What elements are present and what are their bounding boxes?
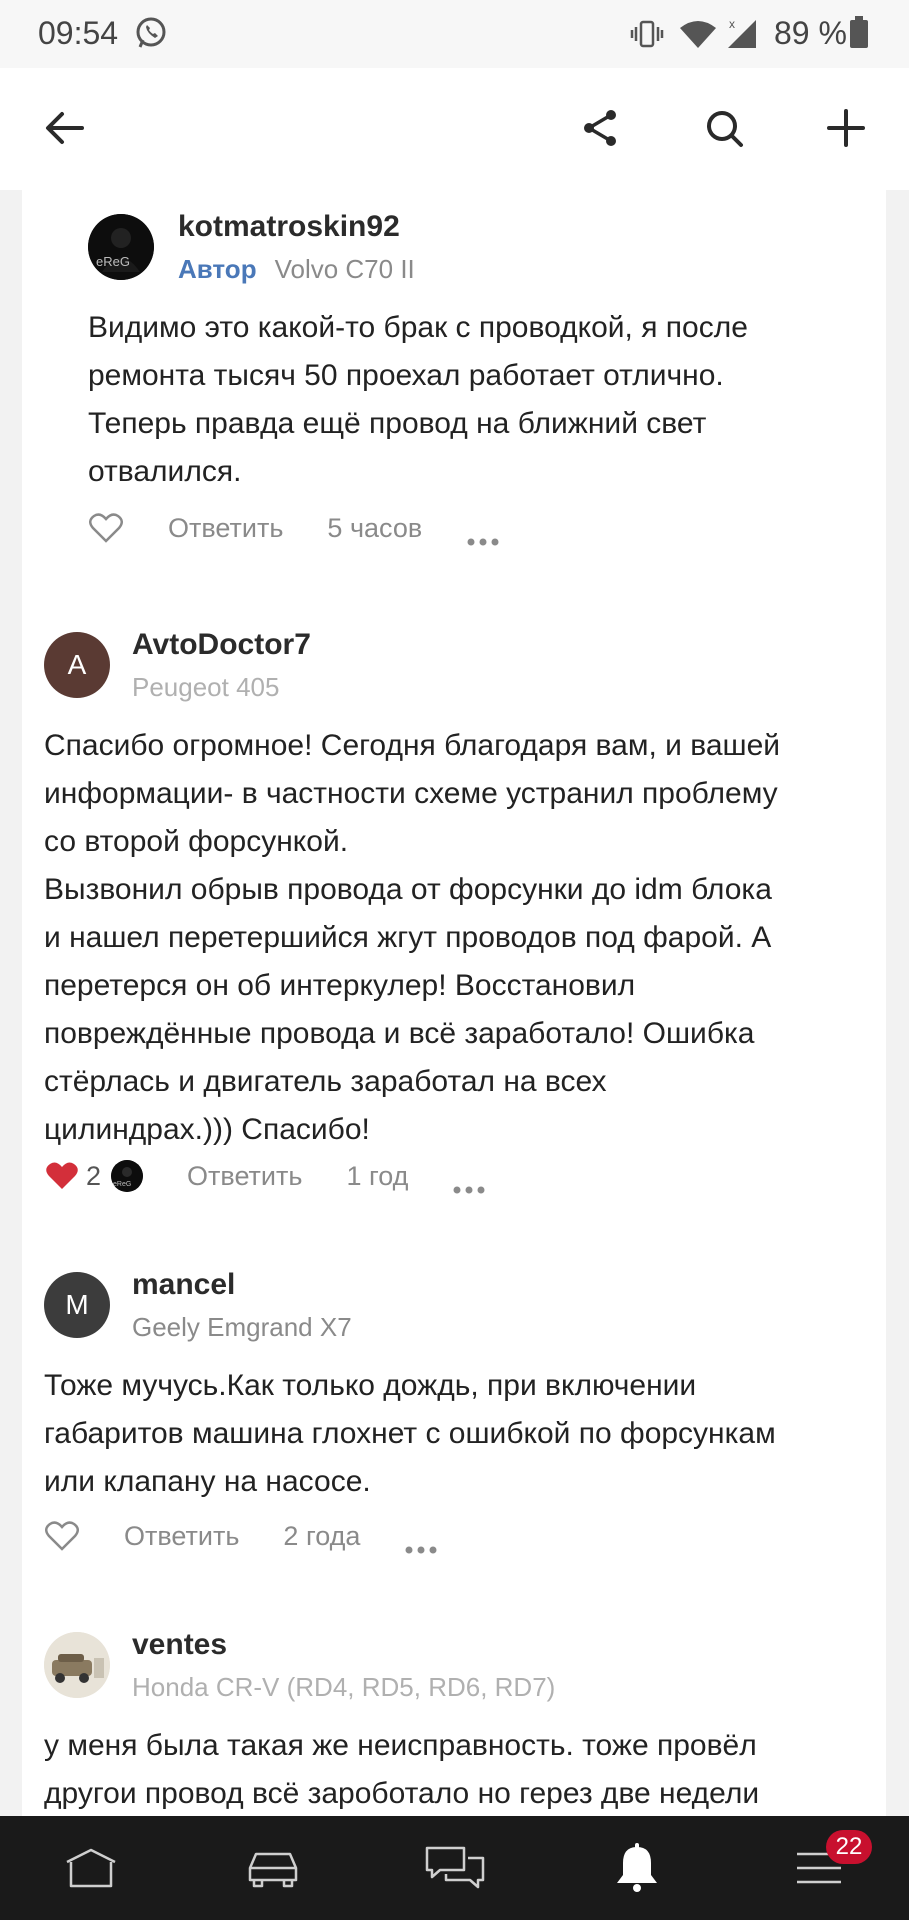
comment-text-line: Тоже мучусь.Как только дождь, при включе… [44,1369,697,1402]
wifi-icon [678,18,718,50]
comment-text-line: или клапану на насосе. [44,1465,371,1498]
comment-text-line: габаритов машина глохнет с ошибкой по фо… [44,1417,776,1450]
chat-icon[interactable] [424,1840,486,1896]
comment-text: Спасибо огромное! Сегодня благодаря вам,… [44,722,780,1154]
reply-button[interactable]: Ответить [168,513,283,544]
comment-item: eReG kotmatroskin92 Автор Volvo C70 II Ви… [22,190,886,546]
comment-text-line: Теперь правда ещё провод на ближний свет [88,407,707,440]
like-count[interactable]: 2 [86,1161,101,1192]
comment-text-line: стёрлась и двигатель заработал на всех [44,1065,607,1098]
comment-car[interactable]: Geely Emgrand X7 [132,1312,352,1343]
comment-item: A AvtoDoctor7 Peugeot 405 Спасибо огромн… [22,600,886,1210]
garage-car-icon[interactable] [242,1840,304,1896]
comment-username[interactable]: kotmatroskin92 [178,210,400,244]
bottom-navigation [0,1816,909,1920]
reply-button[interactable]: Ответить [124,1521,239,1552]
vibrate-icon [630,18,664,50]
comment-meta: Автор Volvo C70 II [178,254,415,285]
comment-text-line: ремонта тысяч 50 проехал работает отличн… [88,359,724,392]
comment-actions: Ответить 5 часов [88,508,500,548]
more-options-icon[interactable] [466,523,500,546]
battery-icon [850,16,868,48]
notification-count-badge: 22 [826,1830,872,1864]
more-options-icon[interactable] [404,1531,438,1554]
comment-item: M mancel Geely Emgrand X7 Тоже мучусь.Ка… [22,1250,886,1580]
comment-text: Видимо это какой-то брак с проводкой, я … [88,304,748,496]
notifications-bell-icon[interactable] [606,1840,668,1896]
comment-actions: 2 eReG Ответить 1 год [44,1156,486,1196]
avatar[interactable]: M [44,1272,110,1338]
battery-percent: 89 % [774,15,847,51]
comment-text-line: повреждённые провода и всё заработало! О… [44,1017,755,1050]
signal-icon: x [726,16,760,50]
comment-username[interactable]: ventes [132,1628,227,1662]
comment-time: 1 год [346,1160,409,1191]
more-options-icon[interactable] [452,1171,486,1194]
whatsapp-icon [134,16,168,50]
comment-text-line: цилиндрах.))) Спасибо! [44,1113,370,1146]
avatar-letter: A [67,649,87,680]
comment-text-line: перетерся он об интеркулер! Восстановил [44,969,636,1002]
comment-text-line: у меня была такая же неисправность. тоже… [44,1729,757,1762]
back-arrow-icon[interactable] [36,100,92,156]
comment-time: 2 года [283,1520,361,1551]
comment-car[interactable]: Honda CR-V (RD4, RD5, RD6, RD7) [132,1672,555,1703]
comment-text-line: отвалился. [88,455,242,488]
liked-heart-icon[interactable] [44,1158,80,1194]
comment-text-line: и нашел перетершийся жгут проводов под ф… [44,921,772,954]
comment-time: 5 часов [327,512,423,543]
comment-text-line: информации- в частности схеме устранил п… [44,777,778,810]
comment-text-line: Видимо это какой-то брак с проводкой, я … [88,311,748,344]
comment-item: ventes Honda CR-V (RD4, RD5, RD6, RD7) у… [22,1610,886,1816]
comment-text: Тоже мучусь.Как только дождь, при включе… [44,1362,776,1506]
svg-text:x: x [729,17,735,31]
comment-text: у меня была такая же неисправность. тоже… [44,1722,759,1816]
comment-car[interactable]: Volvo C70 II [275,254,415,284]
avatar-letter: M [65,1289,89,1320]
search-icon[interactable] [696,100,752,156]
liker-avatar[interactable]: eReG [111,1160,144,1192]
comment-text-line: Вызвонил обрыв провода от форсунки до id… [44,873,772,906]
comments-list: eReG kotmatroskin92 Автор Volvo C70 II Ви… [22,190,886,1816]
svg-text:eReG: eReG [113,1181,131,1188]
plus-icon[interactable] [818,100,874,156]
comment-text-line: Спасибо огромное! Сегодня благодаря вам,… [44,729,781,762]
status-time: 09:54 [38,15,119,51]
share-icon[interactable] [572,100,628,156]
home-icon[interactable] [60,1840,122,1896]
avatar[interactable]: eReG [88,214,154,280]
comment-text-line: со второй форсункой. [44,825,349,858]
avatar[interactable]: A [44,632,110,698]
svg-text:eReG: eReG [96,254,130,269]
comment-actions: Ответить 2 года [44,1516,438,1556]
like-heart-icon[interactable] [88,510,124,546]
reply-button[interactable]: Ответить [187,1161,302,1192]
comment-username[interactable]: AvtoDoctor7 [132,628,311,662]
top-app-bar [0,68,909,190]
avatar[interactable] [44,1632,110,1698]
comment-text-line: другои провод всё зароботало но герез дв… [44,1777,760,1810]
like-heart-icon[interactable] [44,1518,80,1554]
comment-username[interactable]: mancel [132,1268,235,1302]
status-bar: 09:54 x 89 % [0,0,909,68]
comment-car[interactable]: Peugeot 405 [132,672,279,703]
author-badge: Автор [178,254,257,284]
